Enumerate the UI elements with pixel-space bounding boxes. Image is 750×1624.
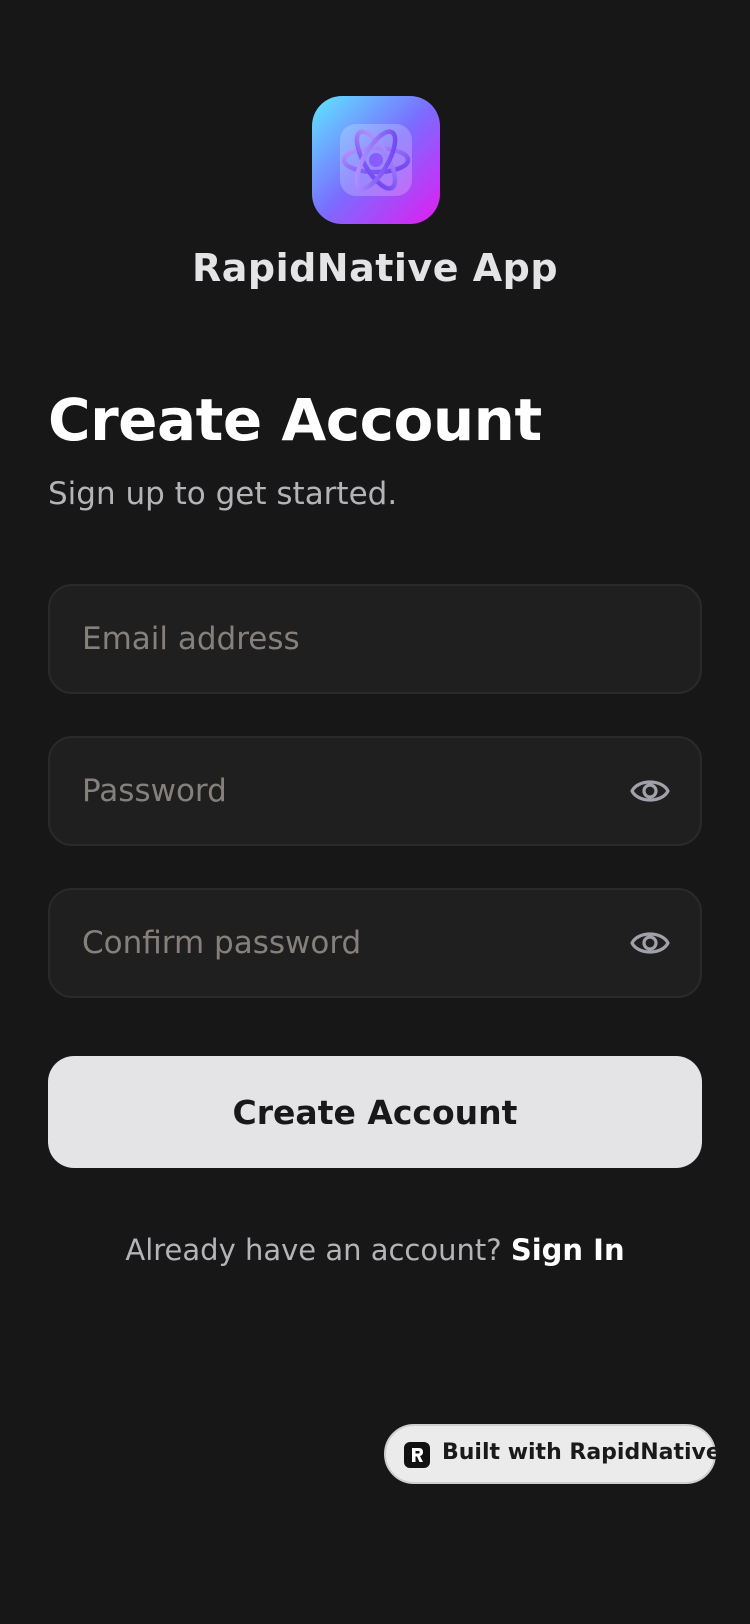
eye-icon[interactable]: [630, 925, 670, 961]
create-account-button[interactable]: Create Account: [48, 1056, 702, 1168]
signup-screen: RapidNative App Create Account Sign up t…: [0, 0, 750, 1624]
email-field[interactable]: [48, 584, 702, 694]
sign-in-link[interactable]: Sign In: [511, 1233, 625, 1267]
page-subtitle: Sign up to get started.: [48, 476, 398, 512]
badge-label: Built with RapidNative: [442, 1440, 721, 1465]
email-input[interactable]: [82, 586, 602, 692]
app-logo: [312, 96, 440, 224]
eye-icon[interactable]: [630, 773, 670, 809]
app-name: RapidNative App: [191, 246, 559, 290]
confirm-password-field[interactable]: [48, 888, 702, 998]
confirm-password-input[interactable]: [82, 890, 602, 996]
built-with-badge[interactable]: Built with RapidNative: [384, 1424, 721, 1484]
atom-icon: [341, 129, 411, 191]
password-input[interactable]: [82, 738, 602, 844]
page-title: Create Account: [48, 386, 542, 454]
signin-prompt-text: Already have an account?: [125, 1233, 502, 1267]
password-field[interactable]: [48, 736, 702, 846]
rapidnative-logo-icon: [404, 1442, 430, 1468]
signin-prompt-row: Already have an account? Sign In: [0, 1233, 750, 1267]
